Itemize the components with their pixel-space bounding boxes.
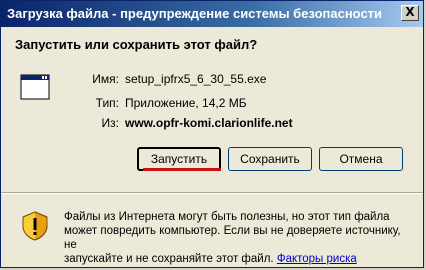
download-dialog: Загрузка файла - предупреждение системы …: [0, 0, 424, 268]
file-type-value: Приложение, 14,2 МБ: [125, 96, 247, 110]
warning-line-2: может повредить компьютер. Если вы не до…: [64, 225, 401, 251]
shield-warning-icon: [22, 211, 48, 241]
file-source-label: Из:: [101, 116, 119, 130]
dialog-question: Запустить или сохранить этот файл?: [15, 37, 258, 52]
file-name-value: setup_ipfrx5_6_30_55.exe: [125, 72, 267, 86]
file-name-label: Имя:: [92, 72, 119, 86]
security-warning-text: Файлы из Интернета могут быть полезны, н…: [64, 210, 414, 266]
warning-line-3: запускайте и не сохраняйте этот файл. Фа…: [64, 252, 414, 266]
window-title: Загрузка файла - предупреждение системы …: [7, 6, 383, 21]
warning-line-3-text: запускайте и не сохраняйте этот файл.: [64, 253, 274, 265]
save-button[interactable]: Сохранить: [228, 147, 312, 171]
red-underline-mark: [143, 168, 221, 171]
file-source-value: www.opfr-komi.clarionlife.net: [125, 116, 293, 130]
close-button[interactable]: X: [401, 5, 419, 21]
title-bar[interactable]: Загрузка файла - предупреждение системы …: [1, 1, 423, 27]
divider: [1, 192, 423, 194]
risk-factors-link[interactable]: Факторы риска: [277, 253, 357, 265]
application-window-icon: [20, 74, 50, 100]
file-type-label: Тип:: [95, 96, 119, 110]
cancel-button[interactable]: Отмена: [319, 147, 403, 171]
warning-line-1: Файлы из Интернета могут быть полезны, н…: [64, 211, 390, 223]
